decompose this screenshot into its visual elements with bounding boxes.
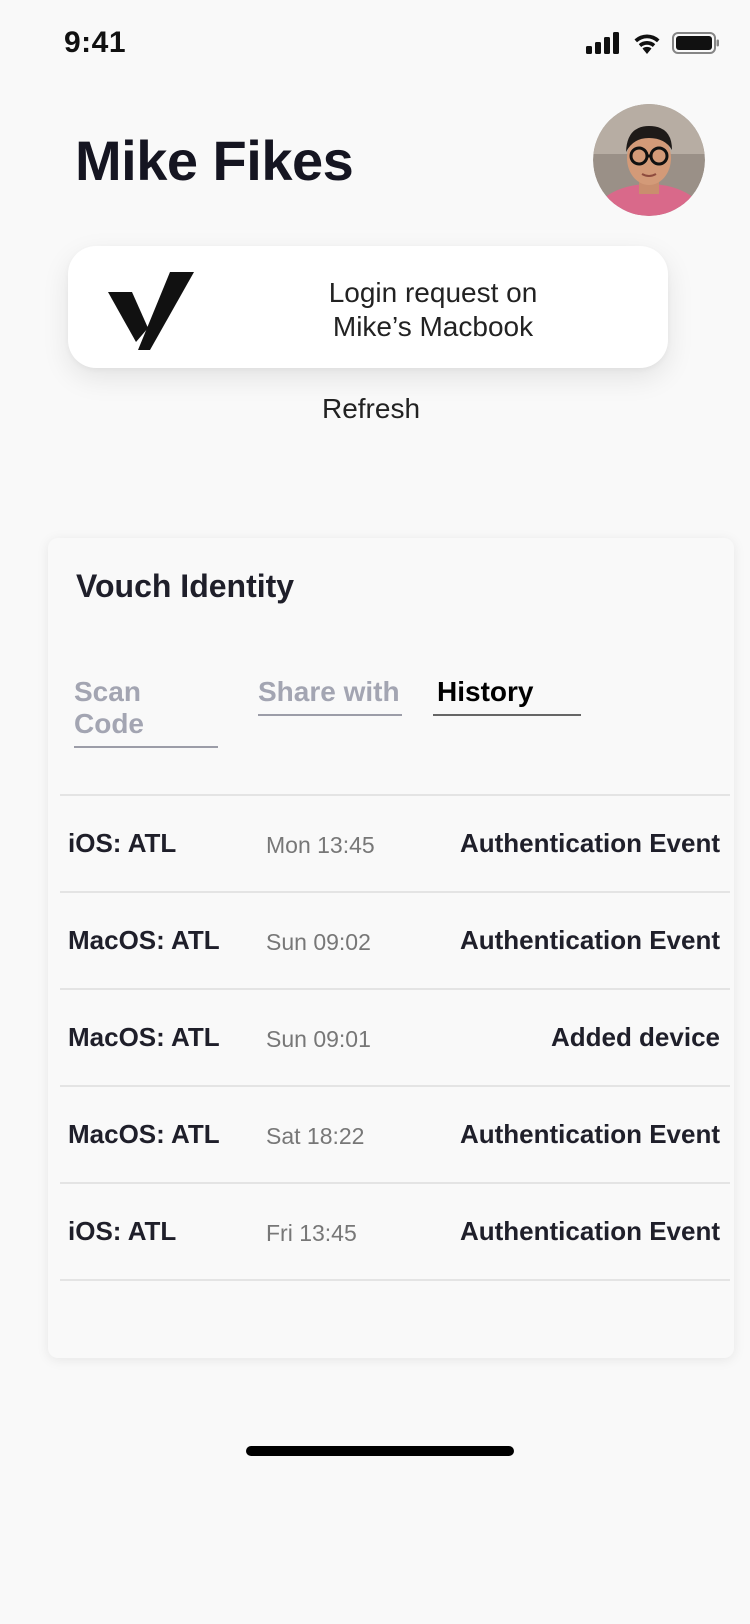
cellular-signal-icon bbox=[586, 32, 622, 59]
page-title: Mike Fikes bbox=[75, 129, 354, 192]
login-request-text: Login request on Mike’s Macbook bbox=[228, 276, 638, 344]
status-icons bbox=[586, 32, 720, 59]
tab-share-with[interactable]: Share with bbox=[258, 676, 402, 716]
table-row[interactable]: iOS: ATL Mon 13:45 Authentication Event bbox=[60, 796, 730, 893]
row-event: Authentication Event bbox=[459, 1216, 720, 1246]
tab-history[interactable]: History bbox=[433, 676, 581, 716]
table-row[interactable]: iOS: ATL Fri 13:45 Authentication Event bbox=[60, 1184, 730, 1281]
table-row[interactable]: MacOS: ATL Sat 18:22 Authentication Even… bbox=[60, 1087, 730, 1184]
wifi-icon bbox=[632, 32, 662, 59]
vouch-logo-icon bbox=[108, 270, 194, 357]
history-list: iOS: ATL Mon 13:45 Authentication Event … bbox=[60, 794, 730, 1281]
identity-panel: Vouch Identity Scan Code Share with Hist… bbox=[48, 538, 734, 1358]
row-time: Mon 13:45 bbox=[266, 832, 375, 858]
panel-title: Vouch Identity bbox=[76, 568, 295, 604]
row-device: iOS: ATL bbox=[68, 828, 177, 858]
row-device: MacOS: ATL bbox=[68, 1119, 220, 1149]
battery-icon bbox=[672, 32, 720, 59]
row-event: Authentication Event bbox=[459, 1119, 720, 1149]
row-device: MacOS: ATL bbox=[68, 1022, 220, 1052]
row-event: Authentication Event bbox=[459, 925, 720, 955]
home-indicator[interactable] bbox=[246, 1446, 514, 1456]
tab-scan-code[interactable]: Scan Code bbox=[74, 676, 218, 748]
refresh-button[interactable]: Refresh bbox=[0, 393, 742, 425]
row-device: iOS: ATL bbox=[68, 1216, 177, 1246]
login-request-card[interactable]: Login request on Mike’s Macbook bbox=[68, 246, 668, 368]
row-time: Fri 13:45 bbox=[266, 1220, 357, 1246]
login-request-line1: Login request on bbox=[328, 277, 538, 308]
row-time: Sun 09:02 bbox=[266, 929, 371, 955]
table-row[interactable]: MacOS: ATL Sun 09:01 Added device bbox=[60, 990, 730, 1087]
login-request-device: Mike’s Macbook bbox=[332, 311, 534, 342]
avatar[interactable] bbox=[593, 104, 705, 216]
row-device: MacOS: ATL bbox=[68, 925, 220, 955]
status-time: 9:41 bbox=[64, 26, 127, 59]
table-row[interactable]: MacOS: ATL Sun 09:02 Authentication Even… bbox=[60, 893, 730, 990]
row-time: Sun 09:01 bbox=[266, 1026, 371, 1052]
row-event: Added device bbox=[550, 1022, 720, 1052]
row-time: Sat 18:22 bbox=[266, 1123, 365, 1149]
row-event: Authentication Event bbox=[459, 828, 720, 858]
